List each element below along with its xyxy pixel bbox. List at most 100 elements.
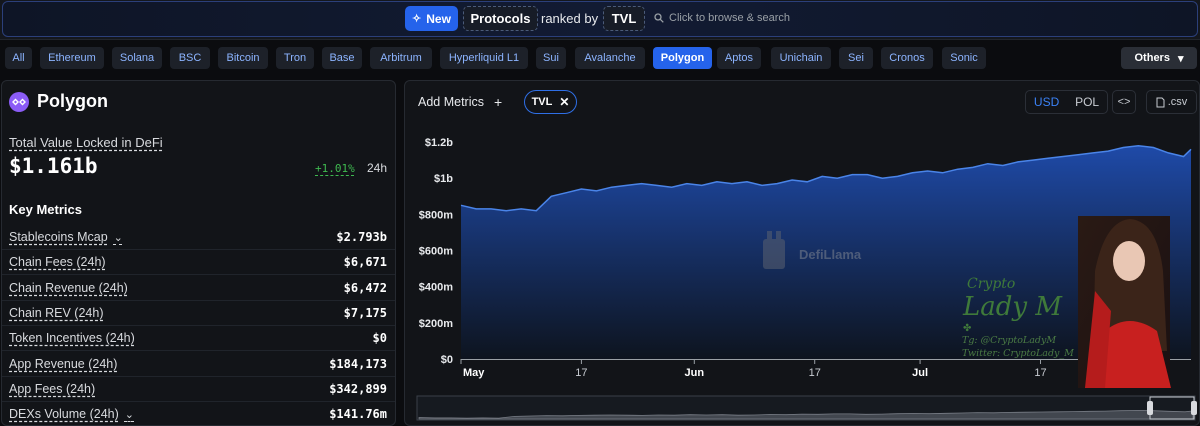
file-icon [1156, 97, 1165, 107]
y-tick-label: $1.2b [425, 137, 453, 149]
selected-metric-label: TVL [531, 96, 553, 108]
chain-tab-cronos[interactable]: Cronos [881, 47, 933, 69]
add-metrics-label: Add Metrics [418, 95, 484, 109]
chain-tab-sui[interactable]: Sui [536, 47, 566, 69]
metric-label: Chain Revenue (24h) [9, 281, 128, 295]
metric-row[interactable]: Stablecoins Mcap ⌄ $2.793b [2, 225, 395, 250]
watermark-brand: DefiLlama [799, 247, 862, 262]
metric-row: App Fees (24h) $342,899 [2, 377, 395, 402]
chain-tab-solana[interactable]: Solana [112, 47, 162, 69]
chain-tab-sei[interactable]: Sei [839, 47, 873, 69]
metric-value: $342,899 [329, 381, 387, 396]
search-bar-frame [2, 1, 1198, 37]
chart-panel: Add Metrics + TVL ✕ USD POL <> .csv $0 $2… [404, 80, 1200, 426]
range-brush[interactable] [416, 395, 1197, 421]
chain-tab-avalanche[interactable]: Avalanche [575, 47, 645, 69]
category-selector[interactable]: Protocols [463, 6, 538, 31]
new-button[interactable]: ✧ New [405, 6, 458, 31]
add-metrics-button[interactable]: Add Metrics + [413, 89, 519, 115]
chain-tab-base[interactable]: Base [322, 47, 362, 69]
metric-row: Chain Revenue (24h) $6,472 [2, 276, 395, 301]
metric-label: DEXs Volume (24h) ⌄ [9, 407, 134, 421]
polygon-logo-icon [9, 91, 29, 112]
tvl-period: 24h [367, 161, 388, 175]
metric-label-text: App Revenue (24h) [9, 356, 118, 371]
selected-metric-pill[interactable]: TVL ✕ [524, 90, 577, 114]
metric-value: $0 [372, 331, 387, 346]
x-tick-label: 17 [575, 367, 587, 379]
metric-selector[interactable]: TVL [603, 6, 645, 31]
y-tick-label: $200m [419, 318, 453, 330]
x-tick-label: Jun [685, 367, 705, 379]
y-tick-label: $800m [419, 209, 453, 221]
chain-tab-bsc[interactable]: BSC [170, 47, 210, 69]
top-search-bar: ✧ New Protocols ranked by TVL Click to b… [0, 0, 1200, 40]
x-tick-label: 17 [1034, 367, 1046, 379]
chain-tab-arbitrum[interactable]: Arbitrum [370, 47, 432, 69]
chain-tab-hyperliquid-l1[interactable]: Hyperliquid L1 [440, 47, 528, 69]
chain-tab-sonic[interactable]: Sonic [942, 47, 986, 69]
portrait-image [1078, 216, 1171, 388]
overlay-tg: Tg: @CryptoLadyM [962, 335, 1056, 346]
metric-label: App Revenue (24h) [9, 357, 117, 371]
x-tick-label: May [463, 367, 485, 379]
metric-label: App Fees (24h) [9, 382, 95, 396]
chain-tab-aptos[interactable]: Aptos [717, 47, 761, 69]
chain-tab-ethereum[interactable]: Ethereum [40, 47, 104, 69]
csv-label: .csv [1167, 96, 1188, 108]
embed-button[interactable]: <> [1112, 90, 1136, 114]
metric-label-text: Token Incentives (24h) [9, 331, 135, 346]
currency-pol-option[interactable]: POL [1075, 95, 1099, 109]
metric-row: App Revenue (24h) $184,173 [2, 352, 395, 377]
chevron-down-icon[interactable]: ⌄ [114, 231, 123, 244]
chain-tabs: All Ethereum Solana BSC Bitcoin Tron Base Arbit… [0, 45, 1200, 71]
code-icon: <> [1117, 96, 1131, 108]
x-tick-label: 17 [809, 367, 821, 379]
metric-value: $184,173 [329, 356, 387, 371]
metric-label-text: Chain REV (24h) [9, 305, 104, 320]
currency-toggle: USD POL [1025, 90, 1108, 114]
overlay-twitter: Twitter: CryptoLady_M [962, 348, 1074, 359]
tvl-value: $1.161b [9, 154, 98, 178]
chain-header: Polygon [9, 91, 108, 112]
metric-label-text: Stablecoins Mcap [9, 230, 108, 244]
y-tick-label: $0 [441, 354, 453, 366]
tvl-change: +1.01% [315, 162, 355, 175]
others-label: Others [1134, 52, 1170, 64]
key-metrics-title: Key Metrics [9, 202, 82, 217]
chain-tab-unichain[interactable]: Unichain [771, 47, 831, 69]
metric-row: Token Incentives (24h) $0 [2, 326, 395, 352]
chevron-down-icon[interactable]: ⌄ [125, 408, 134, 421]
chain-tab-bitcoin[interactable]: Bitcoin [218, 47, 268, 69]
y-tick-label: $1b [434, 173, 453, 185]
close-icon[interactable]: ✕ [559, 95, 569, 109]
metric-value: $6,671 [343, 255, 387, 270]
overlay-line1: Crypto [967, 276, 1015, 292]
csv-download-button[interactable]: .csv [1146, 90, 1197, 114]
others-dropdown[interactable]: Others ▾ [1121, 47, 1197, 69]
clover-icon: ✤ [963, 323, 971, 334]
metric-value: $6,472 [343, 280, 387, 295]
brush-handle-right[interactable] [1191, 401, 1197, 415]
y-tick-label: $600m [419, 246, 453, 258]
metric-label: Stablecoins Mcap ⌄ [9, 230, 123, 244]
chain-title: Polygon [37, 91, 108, 111]
metric-label-text: Chain Revenue (24h) [9, 280, 128, 295]
metric-label: Chain REV (24h) [9, 306, 104, 320]
y-axis: $0 $200m $400m $600m $800m $1b $1.2b [419, 137, 454, 366]
chain-tab-all[interactable]: All [5, 47, 32, 69]
metric-row[interactable]: DEXs Volume (24h) ⌄ $141.76m [2, 402, 395, 425]
chain-tab-tron[interactable]: Tron [276, 47, 314, 69]
search-input[interactable]: Click to browse & search [654, 12, 790, 24]
brush-handle-left[interactable] [1147, 401, 1153, 415]
x-tick-label: Jul [912, 367, 928, 379]
metric-value: $2.793b [336, 230, 387, 244]
metric-label-text: DEXs Volume (24h) [9, 407, 119, 422]
tvl-label: Total Value Locked in DeFi [9, 135, 163, 150]
metric-row: Chain Fees (24h) $6,671 [2, 250, 395, 276]
chain-tab-polygon[interactable]: Polygon [653, 47, 712, 69]
metric-label-text: Chain Fees (24h) [9, 255, 106, 270]
currency-usd-option[interactable]: USD [1034, 95, 1059, 109]
sparkle-icon: ✧ [412, 13, 422, 25]
metric-value: $141.76m [329, 407, 387, 422]
